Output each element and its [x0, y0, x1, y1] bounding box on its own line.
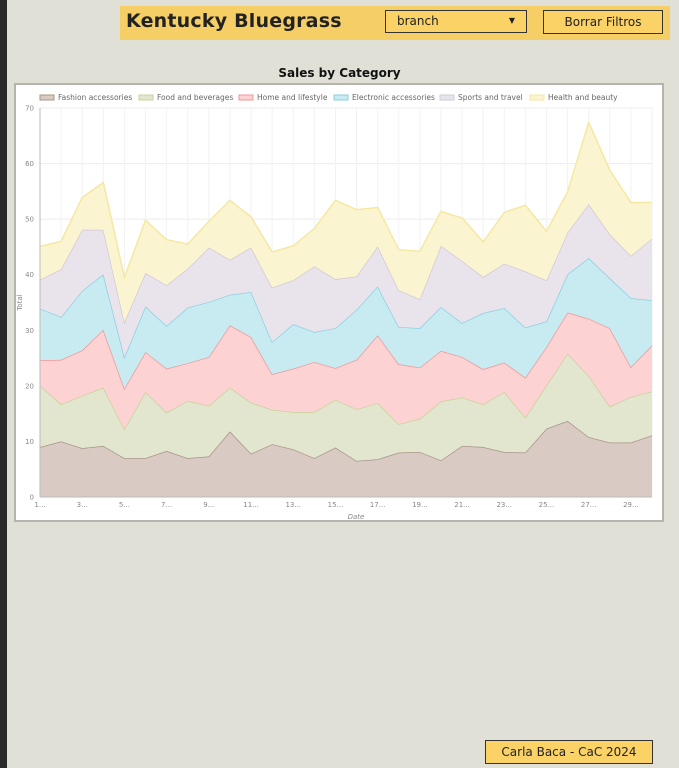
brand-title: Kentucky Bluegrass — [126, 10, 342, 32]
branch-select-value: branch — [397, 14, 439, 28]
x-tick-label: 17... — [370, 501, 386, 509]
legend-label: Sports and travel — [458, 93, 523, 102]
x-tick-label: 25... — [539, 501, 555, 509]
legend-label: Electronic accessories — [352, 93, 435, 102]
y-tick-label: 20 — [25, 382, 34, 390]
y-tick-label: 70 — [25, 105, 34, 113]
y-tick-label: 60 — [25, 160, 34, 168]
legend-label: Home and lifestyle — [257, 93, 328, 102]
legend-swatch — [529, 94, 545, 101]
legend-swatch — [238, 94, 254, 101]
x-tick-label: 7... — [161, 501, 172, 509]
x-tick-label: 29... — [623, 501, 639, 509]
chart-panel: 0 10 20 30 40 50 60 70 1... 3... 5... 7... 9... 11...… — [14, 83, 664, 522]
x-tick-label: 13... — [285, 501, 301, 509]
x-tick-label: 11... — [243, 501, 259, 509]
left-edge-strip — [0, 0, 7, 768]
credit-button[interactable]: Carla Baca - CaC 2024 — [485, 740, 653, 764]
x-tick-label: 21... — [454, 501, 470, 509]
legend-swatch — [39, 94, 55, 101]
y-axis-label: Total — [16, 294, 24, 311]
y-tick-label: 50 — [25, 216, 34, 224]
y-tick-label: 30 — [25, 327, 34, 335]
legend-label: Food and beverages — [157, 93, 233, 102]
x-tick-label: 5... — [119, 501, 130, 509]
y-tick-label: 40 — [25, 271, 34, 279]
x-tick-label: 19... — [412, 501, 428, 509]
x-tick-label: 15... — [328, 501, 344, 509]
branch-select[interactable]: branch ▼ — [385, 10, 527, 33]
x-axis-label: Date — [348, 513, 365, 520]
x-tick-label: 3... — [77, 501, 88, 509]
x-tick-label: 27... — [581, 501, 597, 509]
y-tick-label: 0 — [30, 494, 34, 502]
chart-title: Sales by Category — [278, 66, 401, 80]
legend-swatch — [333, 94, 349, 101]
legend-swatch — [138, 94, 154, 101]
legend-label: Health and beauty — [548, 93, 618, 102]
clear-filters-button[interactable]: Borrar Filtros — [543, 10, 663, 34]
legend-label: Fashion accessories — [58, 93, 132, 102]
x-tick-label: 23... — [496, 501, 512, 509]
legend-swatch — [439, 94, 455, 101]
chevron-down-icon: ▼ — [508, 16, 515, 25]
x-tick-label: 1... — [34, 501, 45, 509]
header-bar: Kentucky Bluegrass branch ▼ Borrar Filtr… — [120, 6, 670, 40]
x-tick-label: 9... — [203, 501, 214, 509]
y-tick-label: 10 — [25, 438, 34, 446]
stacked-area-chart: 0 10 20 30 40 50 60 70 1... 3... 5... 7... 9... 11...… — [16, 93, 653, 520]
